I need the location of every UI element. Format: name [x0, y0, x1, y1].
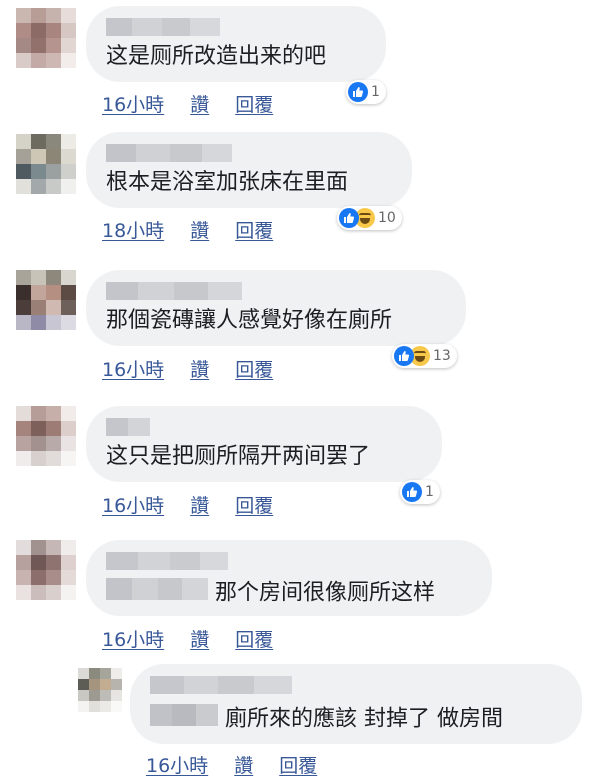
- avatar[interactable]: [78, 668, 122, 712]
- timestamp-link[interactable]: 16小時: [102, 491, 164, 518]
- like-thumb-icon: [402, 482, 422, 502]
- comment-actions: 16小時讚回覆: [102, 355, 299, 382]
- like-thumb-icon: [348, 82, 368, 102]
- avatar[interactable]: [16, 406, 76, 466]
- reply-link[interactable]: 回覆: [235, 90, 273, 117]
- timestamp-link[interactable]: 16小時: [102, 625, 164, 652]
- like-thumb-icon: [339, 208, 359, 228]
- reaction-count: 1: [371, 84, 380, 100]
- comment-text-body: 那个房间很像厕所这样: [215, 580, 436, 606]
- comment-actions: 16小時讚回覆: [146, 751, 343, 778]
- like-link[interactable]: 讚: [234, 751, 253, 778]
- reaction-count: 1: [425, 484, 434, 500]
- comment-bubble: 那個瓷磚讓人感覺好像在廁所: [86, 270, 466, 346]
- comment-text: 根本是浴室加张床在里面: [106, 170, 349, 195]
- blurred-name[interactable]: [106, 18, 220, 36]
- reply-link[interactable]: 回覆: [235, 625, 273, 652]
- reaction-summary[interactable]: 13: [392, 344, 457, 368]
- reply-link[interactable]: 回覆: [279, 751, 317, 778]
- avatar[interactable]: [16, 8, 76, 68]
- blurred-name[interactable]: [106, 418, 150, 436]
- blurred-name[interactable]: [106, 552, 228, 570]
- comment-actions: 16小時讚回覆: [102, 90, 299, 117]
- comment-bubble: 根本是浴室加张床在里面: [86, 132, 412, 208]
- reply-link[interactable]: 回覆: [235, 216, 273, 243]
- comment-text: 这是厕所改造出来的吧: [106, 44, 327, 69]
- reaction-summary[interactable]: 1: [346, 80, 386, 104]
- timestamp-link[interactable]: 18小時: [102, 216, 164, 243]
- timestamp-link[interactable]: 16小時: [102, 355, 164, 382]
- reply-bubble: 廁所來的應該 封掉了 做房間: [130, 664, 582, 744]
- blurred-mention[interactable]: [106, 578, 208, 609]
- like-link[interactable]: 讚: [190, 355, 209, 382]
- reaction-count: 10: [378, 210, 396, 226]
- comment-bubble: 这只是把厕所隔开两间罢了: [86, 406, 442, 482]
- comment-bubble: 这是厕所改造出来的吧: [86, 6, 386, 82]
- blurred-mention[interactable]: [150, 704, 218, 735]
- timestamp-link[interactable]: 16小時: [102, 90, 164, 117]
- reaction-summary[interactable]: 1: [400, 480, 440, 504]
- like-link[interactable]: 讚: [190, 625, 209, 652]
- like-thumb-icon: [394, 346, 414, 366]
- blurred-name[interactable]: [106, 144, 232, 162]
- comment-actions: 18小時讚回覆: [102, 216, 299, 243]
- comment-text: 这只是把厕所隔开两间罢了: [106, 444, 371, 469]
- like-link[interactable]: 讚: [190, 90, 209, 117]
- comment-text: 那個瓷磚讓人感覺好像在廁所: [106, 308, 393, 333]
- comment-bubble: 那个房间很像厕所这样: [86, 540, 492, 616]
- comment-actions: 16小時讚回覆: [102, 625, 299, 652]
- comment-text-body: 廁所來的應該 封掉了 做房間: [225, 706, 503, 732]
- reaction-summary[interactable]: 10: [337, 206, 402, 230]
- blurred-name[interactable]: [150, 676, 292, 694]
- reaction-count: 13: [433, 348, 451, 364]
- comment-text: 那个房间很像厕所这样: [106, 578, 435, 609]
- like-link[interactable]: 讚: [190, 216, 209, 243]
- avatar[interactable]: [16, 540, 76, 600]
- like-link[interactable]: 讚: [190, 491, 209, 518]
- reply-link[interactable]: 回覆: [235, 491, 273, 518]
- timestamp-link[interactable]: 16小時: [146, 751, 208, 778]
- reply-link[interactable]: 回覆: [235, 355, 273, 382]
- avatar[interactable]: [16, 134, 76, 194]
- blurred-name[interactable]: [106, 282, 242, 300]
- comment-actions: 16小時讚回覆: [102, 491, 299, 518]
- avatar[interactable]: [16, 270, 76, 330]
- comment-text: 廁所來的應該 封掉了 做房間: [150, 704, 503, 735]
